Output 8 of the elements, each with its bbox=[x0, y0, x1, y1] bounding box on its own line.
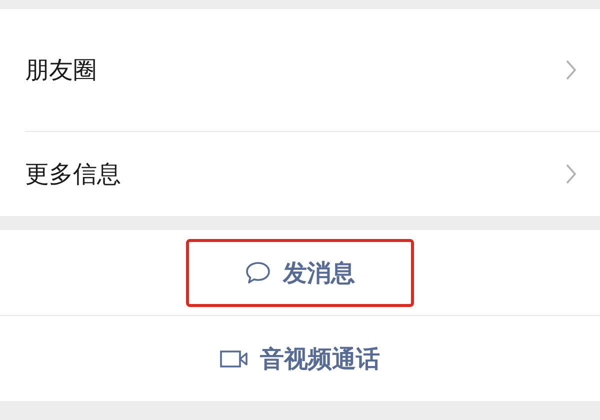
chevron-icon bbox=[564, 162, 578, 186]
menu-item[interactable]: 更多信息 bbox=[25, 131, 600, 216]
chat-bubble-icon bbox=[245, 260, 271, 284]
menu-item[interactable]: 朋友圈 bbox=[0, 9, 600, 131]
message-button[interactable]: 发消息 bbox=[186, 238, 414, 306]
chevron-icon bbox=[564, 58, 578, 82]
call-button[interactable]: 音视频通话 bbox=[161, 324, 439, 392]
video-camera-icon bbox=[220, 350, 248, 368]
